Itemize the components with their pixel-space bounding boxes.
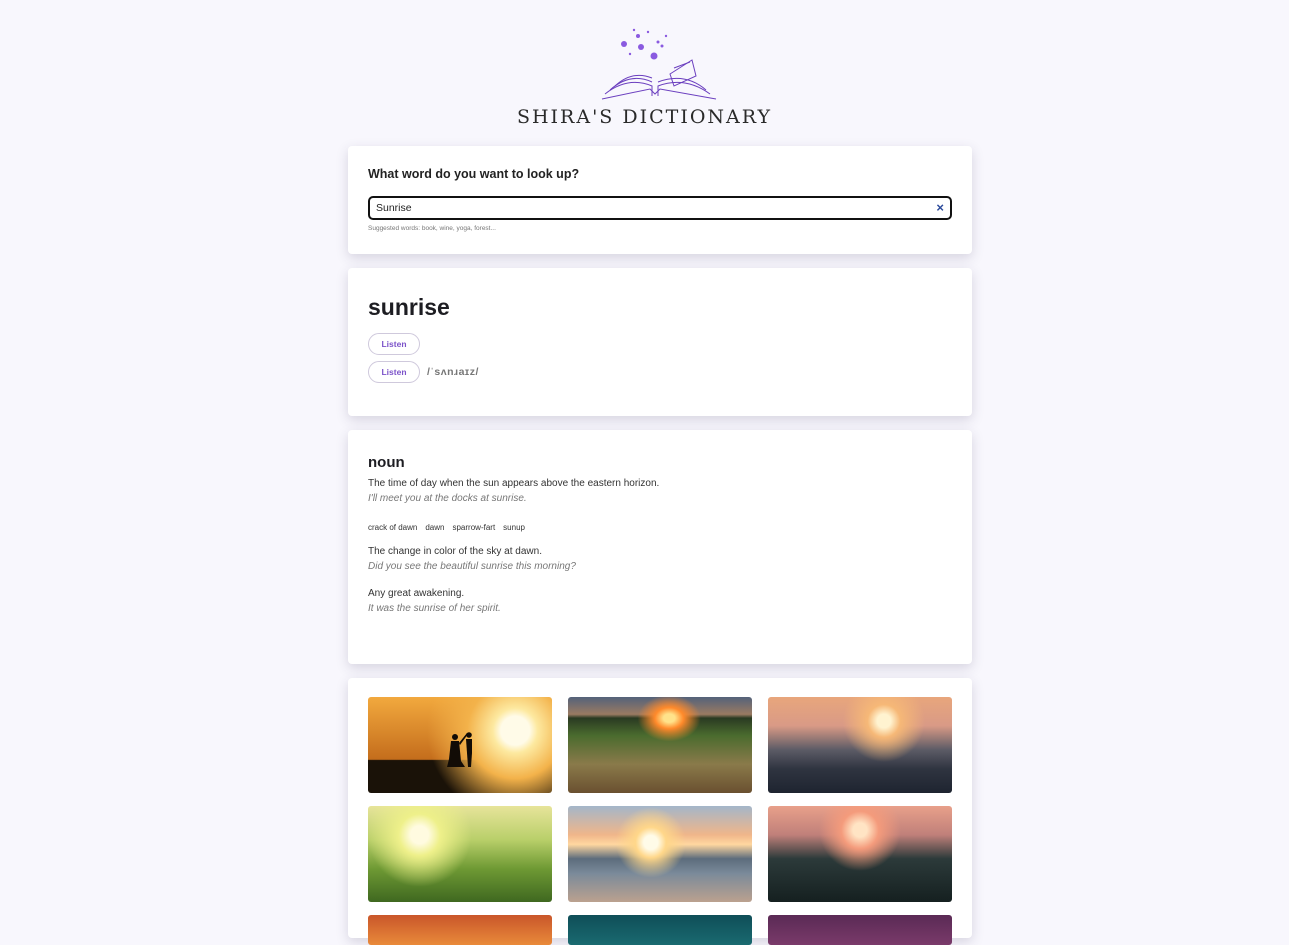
definition-text: Any great awakening. [368,588,465,599]
definition-text: The change in color of the sky at dawn. [368,546,542,557]
sunrise-photo[interactable] [568,915,752,945]
listen-button[interactable]: Listen [368,333,420,355]
sunrise-photo[interactable] [368,915,552,945]
definition-item: Any great awakening. It was the sunrise … [368,588,952,614]
image-gallery [348,678,972,945]
open-book-logo-icon [601,28,717,100]
example-text: It was the sunrise of her spirit. [368,603,501,614]
listen-row: Listen /ˈsʌnɹaɪz/ [368,361,952,383]
sunrise-photo[interactable] [368,697,552,793]
word-title: sunrise [368,294,450,320]
part-of-speech: noun [368,454,405,471]
brand-title: SHIRA'S DICTIONARY [516,106,773,128]
header: SHIRA'S DICTIONARY [0,0,1289,146]
synonym: sunup [503,523,525,532]
sunrise-photo[interactable] [368,806,552,902]
example-text: Did you see the beautiful sunrise this m… [368,561,576,572]
definition-text: The time of day when the sun appears abo… [368,478,660,489]
sunrise-photo[interactable] [768,806,952,902]
synonym: sparrow-fart [452,523,496,532]
couple-silhouette-icon [447,732,472,767]
search-box: × [368,196,952,220]
gallery-grid [368,697,952,945]
search-question: What word do you want to look up? [368,167,580,181]
search-card: What word do you want to look up? × Sugg… [348,146,972,254]
word-card: sunrise Listen Listen /ˈsʌnɹaɪz/ [348,268,972,416]
listen-button[interactable]: Listen [368,361,420,383]
definitions-card: noun The time of day when the sun appear… [348,430,972,664]
synonym: dawn [425,523,445,532]
example-text: I'll meet you at the docks at sunrise. [368,493,527,504]
definition-item: The time of day when the sun appears abo… [368,478,952,504]
search-input[interactable] [370,198,922,218]
synonyms-list: crack of dawn dawn sparrow-fart sunup [368,523,952,532]
listen-row: Listen [368,333,952,355]
phonetic-text: /ˈsʌnɹaɪz/ [427,366,479,378]
sunrise-photo[interactable] [568,806,752,902]
sunrise-photo[interactable] [568,697,752,793]
definition-item: The change in color of the sky at dawn. … [368,546,952,572]
suggested-words-hint: Suggested words: book, wine, yoga, fores… [368,225,496,232]
sunrise-photo[interactable] [768,915,952,945]
synonym: crack of dawn [368,523,418,532]
clear-icon[interactable]: × [936,200,944,216]
sunrise-photo[interactable] [768,697,952,793]
